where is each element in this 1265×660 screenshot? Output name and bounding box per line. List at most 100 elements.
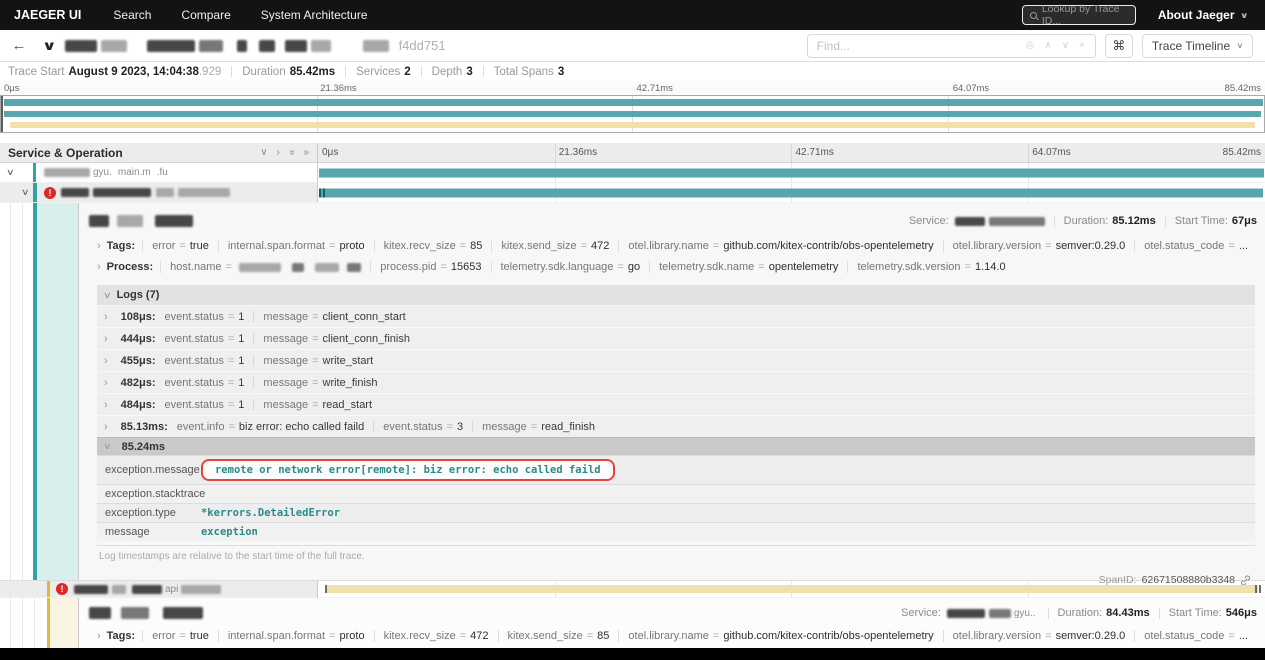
log-entry[interactable]: › 85.13ms: event.info = biz error: echo ca…	[96, 415, 1255, 437]
trace-view-selector[interactable]: Trace Timeline ∨	[1141, 33, 1253, 58]
chevron-down-icon: ∨	[1239, 10, 1248, 20]
exception-stacktrace-row: exception.stacktrace	[96, 484, 1255, 503]
tag-pill[interactable]: otel.library.version = semver:0.29.0	[942, 630, 1135, 642]
find-next-icon[interactable]: ∨	[1062, 40, 1069, 51]
nav-item-system-architecture[interactable]: System Architecture	[261, 8, 368, 22]
nav-item-compare[interactable]: Compare	[181, 8, 230, 22]
log-entry[interactable]: › 444μs: event.status = 1 message = client_c…	[96, 327, 1255, 349]
find-clear-icon[interactable]: ×	[1079, 40, 1085, 51]
log-entry[interactable]: › 455μs: event.status = 1 message = write_st…	[96, 349, 1255, 371]
log-entry[interactable]: › 108μs: event.status = 1 message = client_c…	[96, 305, 1255, 327]
tag-pill[interactable]: otel.status_code =...	[1134, 240, 1257, 252]
redacted-text	[154, 215, 193, 227]
log-entry[interactable]: › 482μs: event.status = 1 message = write_fi…	[96, 371, 1255, 393]
redacted-text	[347, 262, 362, 272]
span-detail-panel: Service: Duration: 85.12ms Start Time: 6…	[0, 203, 1265, 586]
redacted-text	[362, 39, 389, 52]
services-value: 2	[404, 65, 411, 78]
trace-start-fraction: .929	[198, 65, 222, 78]
nav-item-search[interactable]: Search	[113, 8, 151, 22]
depth-value: 3	[466, 65, 473, 78]
span-bar[interactable]	[319, 168, 1264, 177]
log-entry[interactable]: › 484μs: event.status = 1 message = read_sta…	[96, 393, 1255, 415]
tags-row[interactable]: › Tags: error = true internal.span.format =…	[97, 627, 1257, 645]
expanded-log-header[interactable]: ∨ 85.24ms	[96, 437, 1255, 455]
tag-pill[interactable]: kitex.recv_size = 472	[373, 630, 498, 642]
service-name-fragment: gyu.	[93, 167, 112, 178]
tags-row[interactable]: › Tags: error = true internal.span.format =…	[97, 237, 1257, 255]
chevron-right-icon: ›	[103, 376, 108, 389]
tag-pill[interactable]: kitex.recv_size = 85	[373, 240, 492, 252]
process-pill[interactable]: process.pid = 15653	[370, 261, 490, 273]
process-pill[interactable]: host.name =	[160, 261, 370, 273]
trace-start-label: Trace Start	[8, 65, 65, 78]
span-row-root[interactable]: ∨ gyu. main.m .fu	[0, 163, 1265, 183]
process-pill[interactable]: telemetry.sdk.language = go	[490, 261, 650, 273]
letterbox-bar	[0, 648, 1265, 660]
tag-pill[interactable]: kitex.send_size = 472	[491, 240, 618, 252]
process-pill[interactable]: telemetry.sdk.version = 1.14.0	[847, 261, 1014, 273]
tag-pill[interactable]: otel.library.name = github.com/kitex-contr…	[618, 240, 942, 252]
span-row-selected[interactable]: ∨ !	[0, 183, 1265, 203]
tag-pill[interactable]: internal.span.format = proto	[217, 630, 374, 642]
logs-header[interactable]: ∨ Logs (7)	[96, 285, 1255, 305]
chevron-right-icon: ›	[96, 630, 101, 642]
timeline-tick: 42.71ms	[795, 147, 834, 158]
log-timestamps-note: Log timestamps are relative to the start…	[96, 545, 1255, 567]
redacted-text	[64, 39, 97, 52]
find-input[interactable]: Find...	[808, 39, 1016, 53]
span-row-child[interactable]: ! api	[0, 580, 1265, 598]
span-duration: 85.12ms	[1112, 215, 1156, 227]
total-spans-value: 3	[557, 65, 565, 78]
chevron-down-icon: ∨	[1236, 41, 1244, 50]
trace-title-chevron-icon[interactable]: ∨	[42, 38, 57, 54]
collapse-one-icon[interactable]: ∨	[260, 147, 267, 158]
find-match-focus-icon[interactable]: ◎	[1026, 40, 1035, 51]
process-row[interactable]: › Process: host.name = process.pid = 15653 …	[97, 258, 1257, 276]
total-spans-label: Total Spans	[493, 65, 554, 78]
trace-id-fragment: f4dd751	[398, 38, 446, 53]
logs-title: Logs (7)	[116, 289, 160, 301]
chevron-right-icon: ›	[96, 261, 101, 273]
tag-pill[interactable]: error = true	[142, 240, 218, 252]
kv-key: exception.stacktrace	[104, 488, 206, 500]
tag-pill[interactable]: otel.library.version = semver:0.29.0	[942, 240, 1135, 252]
service-name-fragment: gyu..	[1013, 607, 1036, 619]
minimap-range-selector[interactable]	[0, 95, 1265, 133]
chevron-right-icon: ›	[103, 420, 108, 433]
trace-summary-bar: Trace Start August 9 2023, 14:04:38 .929…	[0, 62, 1265, 81]
trace-title[interactable]: f4dd751	[64, 38, 446, 53]
collapse-all-icon[interactable]: »	[286, 150, 297, 156]
redacted-text	[132, 584, 162, 594]
service-label: Service:	[901, 607, 941, 619]
process-label: Process:	[106, 261, 154, 273]
trace-id-lookup-input[interactable]: Lookup by Trace ID...	[1021, 3, 1136, 27]
tags-label: Tags:	[106, 240, 136, 252]
redacted-text	[236, 39, 247, 52]
app-logo[interactable]: JAEGER UI	[14, 8, 81, 22]
tag-pill[interactable]: otel.library.name = github.com/kitex-contr…	[618, 630, 942, 642]
process-pill[interactable]: telemetry.sdk.name = opentelemetry	[649, 261, 847, 273]
expand-all-icon[interactable]: »	[303, 147, 309, 158]
tag-pill[interactable]: error = true	[142, 630, 218, 642]
chevron-down-icon[interactable]: ∨	[21, 187, 30, 198]
about-jaeger-menu[interactable]: About Jaeger ∨	[1158, 8, 1248, 22]
duration-label: Duration:	[1063, 215, 1109, 227]
expand-one-icon[interactable]: ›	[277, 147, 280, 158]
timeline-ticks: 0μs 21.36ms 42.71ms 64.07ms 85.42ms	[318, 143, 1265, 162]
span-color-accent	[33, 183, 37, 202]
tag-pill[interactable]: otel.status_code =...	[1134, 630, 1257, 642]
keyboard-shortcuts-button[interactable]: ⌘	[1104, 33, 1133, 58]
chevron-down-icon[interactable]: ∨	[6, 167, 15, 178]
redacted-text	[44, 168, 90, 177]
find-prev-icon[interactable]: ∧	[1044, 40, 1051, 51]
span-bar[interactable]	[324, 585, 1259, 593]
tag-pill[interactable]: kitex.send_size = 85	[497, 630, 619, 642]
chevron-down-icon: ∨	[102, 441, 112, 451]
span-bar[interactable]	[318, 188, 1264, 197]
redacted-text	[120, 607, 149, 619]
redacted-text	[162, 607, 203, 619]
trace-view-label: Trace Timeline	[1151, 38, 1231, 53]
tag-pill[interactable]: internal.span.format = proto	[217, 240, 374, 252]
back-button[interactable]: ←	[0, 30, 38, 61]
